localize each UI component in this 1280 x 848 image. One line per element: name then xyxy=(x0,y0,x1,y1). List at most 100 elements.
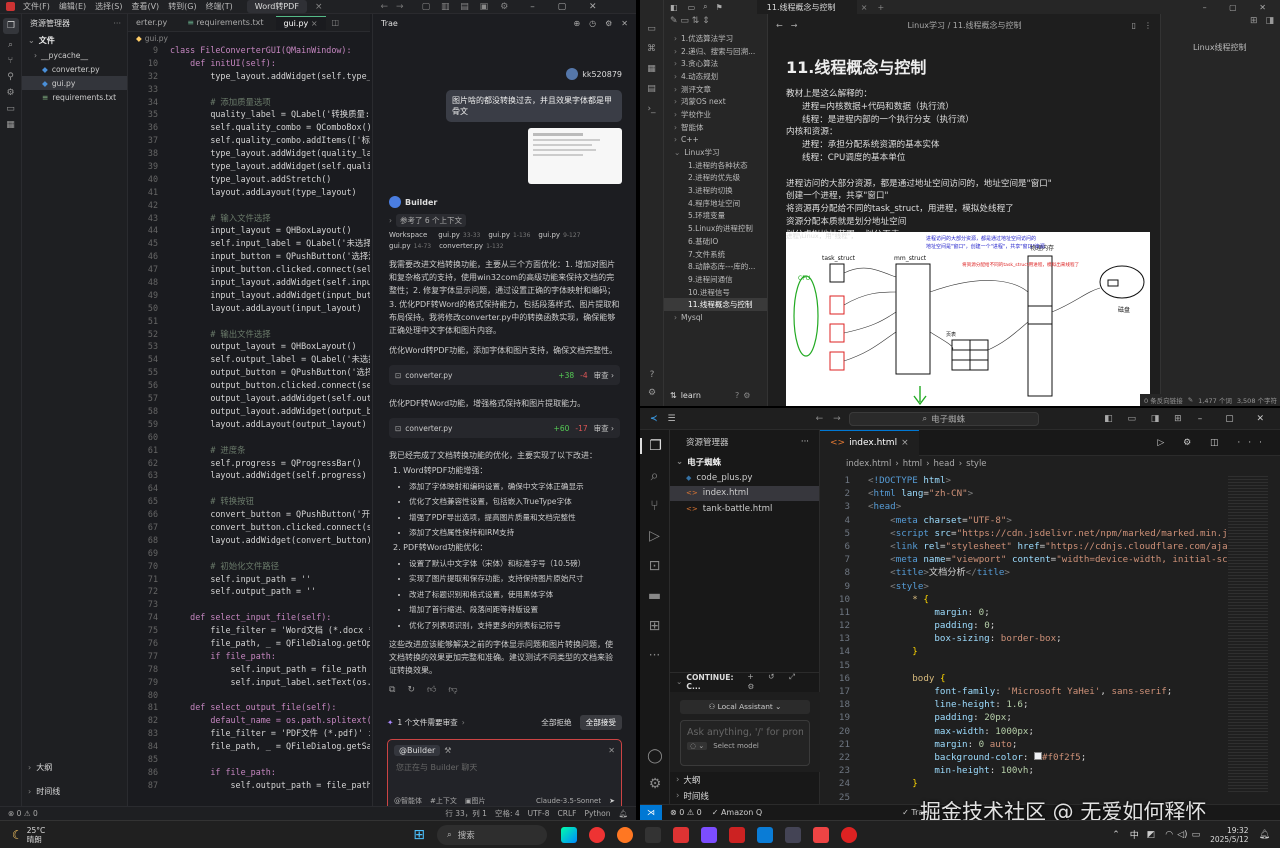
graph-icon[interactable]: ⌘ xyxy=(640,44,663,54)
weather-icon[interactable]: ☾ xyxy=(12,828,23,842)
new-chat-icon[interactable]: ⊕ xyxy=(573,19,580,28)
weather-widget[interactable]: 25°C 晴朗 xyxy=(27,826,46,844)
note-item[interactable]: 8.动静态库---库的... xyxy=(664,260,767,273)
app-icon-3[interactable] xyxy=(813,826,830,843)
problems-count[interactable]: ⊗ 0 ⚠ 0 xyxy=(670,808,702,817)
file-item[interactable]: ◆ converter.py xyxy=(22,62,127,76)
menu-item[interactable]: 文件(F) xyxy=(23,1,50,12)
menu-item[interactable]: 转到(G) xyxy=(168,1,196,12)
back-icon[interactable]: ← xyxy=(776,21,783,30)
search-icon[interactable]: ⌕ xyxy=(0,40,21,50)
file-item[interactable]: <> index.html xyxy=(670,485,819,501)
file-change-card-1[interactable]: ⊡ converter.py +38 -4 审查 › xyxy=(389,365,620,386)
window-controls[interactable]: – ▢ ✕ xyxy=(530,2,606,12)
source-control-icon[interactable]: ⑂ xyxy=(640,498,669,514)
run-debug-icon[interactable]: ▷ xyxy=(640,528,669,544)
trae-app-icon[interactable] xyxy=(785,826,802,843)
folder-item[interactable]: › 3.贪心算法 xyxy=(664,57,767,70)
chat-close-icon[interactable]: ✕ xyxy=(621,19,628,28)
attached-image[interactable] xyxy=(528,128,622,184)
explorer-icon[interactable]: ❐ xyxy=(640,438,669,454)
file-item[interactable]: ≡ requirements.txt xyxy=(22,90,127,104)
menu-icon[interactable]: ☰ xyxy=(668,414,676,424)
image-tool[interactable]: ▣图片 xyxy=(465,796,486,806)
context-ref[interactable]: gui.py 33-33 xyxy=(438,231,480,239)
remote-icon[interactable]: ⊡ xyxy=(640,558,669,574)
sidebar-toggle-icon[interactable]: ◧ xyxy=(670,3,678,12)
folder-item[interactable]: ⌄ Linux学习 xyxy=(664,146,767,159)
volume-icon[interactable]: ◁) xyxy=(1177,830,1187,840)
accept-all-button[interactable]: 全部接受 xyxy=(579,715,622,731)
app-icon-1[interactable] xyxy=(645,826,662,843)
timeline-section[interactable]: › 时间线 xyxy=(28,786,60,797)
menu-item[interactable]: 选择(S) xyxy=(95,1,122,12)
extensions-icon[interactable]: ⚙ xyxy=(0,88,21,98)
note-item[interactable]: 4.程序地址空间 xyxy=(664,197,767,210)
review-button-2[interactable]: 审查 › xyxy=(594,423,614,434)
clock[interactable]: 19:32 2025/5/12 xyxy=(1210,826,1248,844)
review-button-1[interactable]: 审查 › xyxy=(594,370,614,381)
manage-gear-icon[interactable]: ⚙ xyxy=(640,776,670,792)
file-item[interactable]: ◆ gui.py xyxy=(22,76,127,90)
note-item[interactable]: 10.进程信号 xyxy=(664,286,767,299)
breadcrumb-item[interactable]: head xyxy=(934,459,955,469)
bell-icon[interactable]: 🔔︎ xyxy=(618,809,628,818)
editor-actions[interactable]: ▷ ⚙ ◫ ··· xyxy=(1157,438,1270,448)
select-model[interactable]: Select model xyxy=(713,742,759,750)
local-assistant-button[interactable]: ⚇ Local Assistant ⌄ xyxy=(680,700,810,714)
context-ref[interactable]: gui.py 14-73 xyxy=(389,242,431,250)
error-count[interactable]: ⊗ 0 ⚠ 0 xyxy=(8,809,38,818)
outline-toggle-icon[interactable]: ⊞ xyxy=(1250,16,1258,26)
mention-close-icon[interactable]: ✕ xyxy=(608,746,615,755)
folder-item[interactable]: › 4.动态规划 xyxy=(664,70,767,83)
firefox-icon[interactable] xyxy=(617,826,634,843)
window-controls[interactable]: – ▢ ✕ xyxy=(1203,3,1276,12)
folder-item[interactable]: › 1.优选算法学习 xyxy=(664,32,767,45)
folder-item[interactable]: › C++ xyxy=(664,134,767,147)
network-icon[interactable]: ◠ xyxy=(1165,830,1173,840)
code-area[interactable]: 1 <!DOCTYPE html> 2 <html lang="zh-CN"> 3 <he… xyxy=(820,474,1280,804)
folder-item[interactable]: › Mysql xyxy=(664,311,767,324)
note-item[interactable]: 9.进程间通信 xyxy=(664,273,767,286)
calendar-icon[interactable]: ▤ xyxy=(640,84,663,94)
folder-name[interactable]: 文件 xyxy=(39,35,55,46)
tab-converter[interactable]: erter.py xyxy=(128,18,175,27)
copy-icon[interactable]: ⧉ xyxy=(389,685,395,695)
folder-item[interactable]: › 测评文章 xyxy=(664,83,767,96)
wps-icon[interactable] xyxy=(673,826,690,843)
run-debug-icon[interactable]: ⚲ xyxy=(0,72,21,82)
note-item[interactable]: 11.线程概念与控制 xyxy=(664,298,767,312)
reject-all-button[interactable]: 全部拒绝 xyxy=(541,717,571,728)
layout-icons[interactable]: ◧ ▭ ◨ ⊞ xyxy=(1104,414,1188,424)
folder-item[interactable]: › 学校作业 xyxy=(664,108,767,121)
more-options-icon[interactable]: ⋮ xyxy=(1144,21,1152,30)
amazon-q-status[interactable]: ✓ Amazon Q xyxy=(712,808,762,817)
cursor-position[interactable]: 行 33，列 1 xyxy=(445,808,487,819)
file-item[interactable]: <> tank-battle.html xyxy=(670,501,819,517)
tree-toolbar[interactable]: ✎ ▭ ⇅ ⇕ xyxy=(664,14,767,28)
chat-input-box[interactable]: @Builder ⚒ ✕ 您正在与 Builder 聊天 @智能体 #上下文 ▣… xyxy=(387,738,622,806)
more-icon[interactable]: ··· xyxy=(640,648,669,662)
context-ref[interactable]: converter.py 1-132 xyxy=(439,242,503,250)
taskbar-search[interactable]: ⌕ 搜索 xyxy=(437,824,548,845)
note-item[interactable]: 5.Linux的进程控制 xyxy=(664,222,767,235)
file-change-card-2[interactable]: ⊡ converter.py +60 -17 审查 › xyxy=(389,418,620,439)
context-tool[interactable]: #上下文 xyxy=(430,796,457,806)
indent-setting[interactable]: 空格: 4 xyxy=(495,808,520,819)
tray-icon-1[interactable]: ◩ xyxy=(1147,830,1156,840)
chat-settings-icon[interactable]: ⚙ xyxy=(605,19,612,28)
file-item[interactable]: ◆ code_plus.py xyxy=(670,470,819,486)
explorer-icon[interactable]: ❐ xyxy=(3,18,19,34)
model-selector[interactable]: Claude-3.5-Sonnet xyxy=(536,797,601,805)
app-icon-2[interactable] xyxy=(729,826,746,843)
vscode-app-icon[interactable] xyxy=(757,826,774,843)
menu-item[interactable]: 编辑(E) xyxy=(59,1,86,12)
close-project-icon[interactable]: × xyxy=(315,2,323,12)
minimap[interactable] xyxy=(1228,474,1268,794)
breadcrumb-item[interactable]: html xyxy=(903,459,922,469)
layout-icons[interactable]: ▢ ▥ ▤ ▣ xyxy=(422,2,493,12)
nav-back-icon[interactable]: ← xyxy=(380,2,388,12)
outline-section[interactable]: › 大纲 xyxy=(28,762,52,773)
start-icon[interactable]: ⊞ xyxy=(413,827,425,843)
agent-tool[interactable]: @智能体 xyxy=(394,796,422,806)
